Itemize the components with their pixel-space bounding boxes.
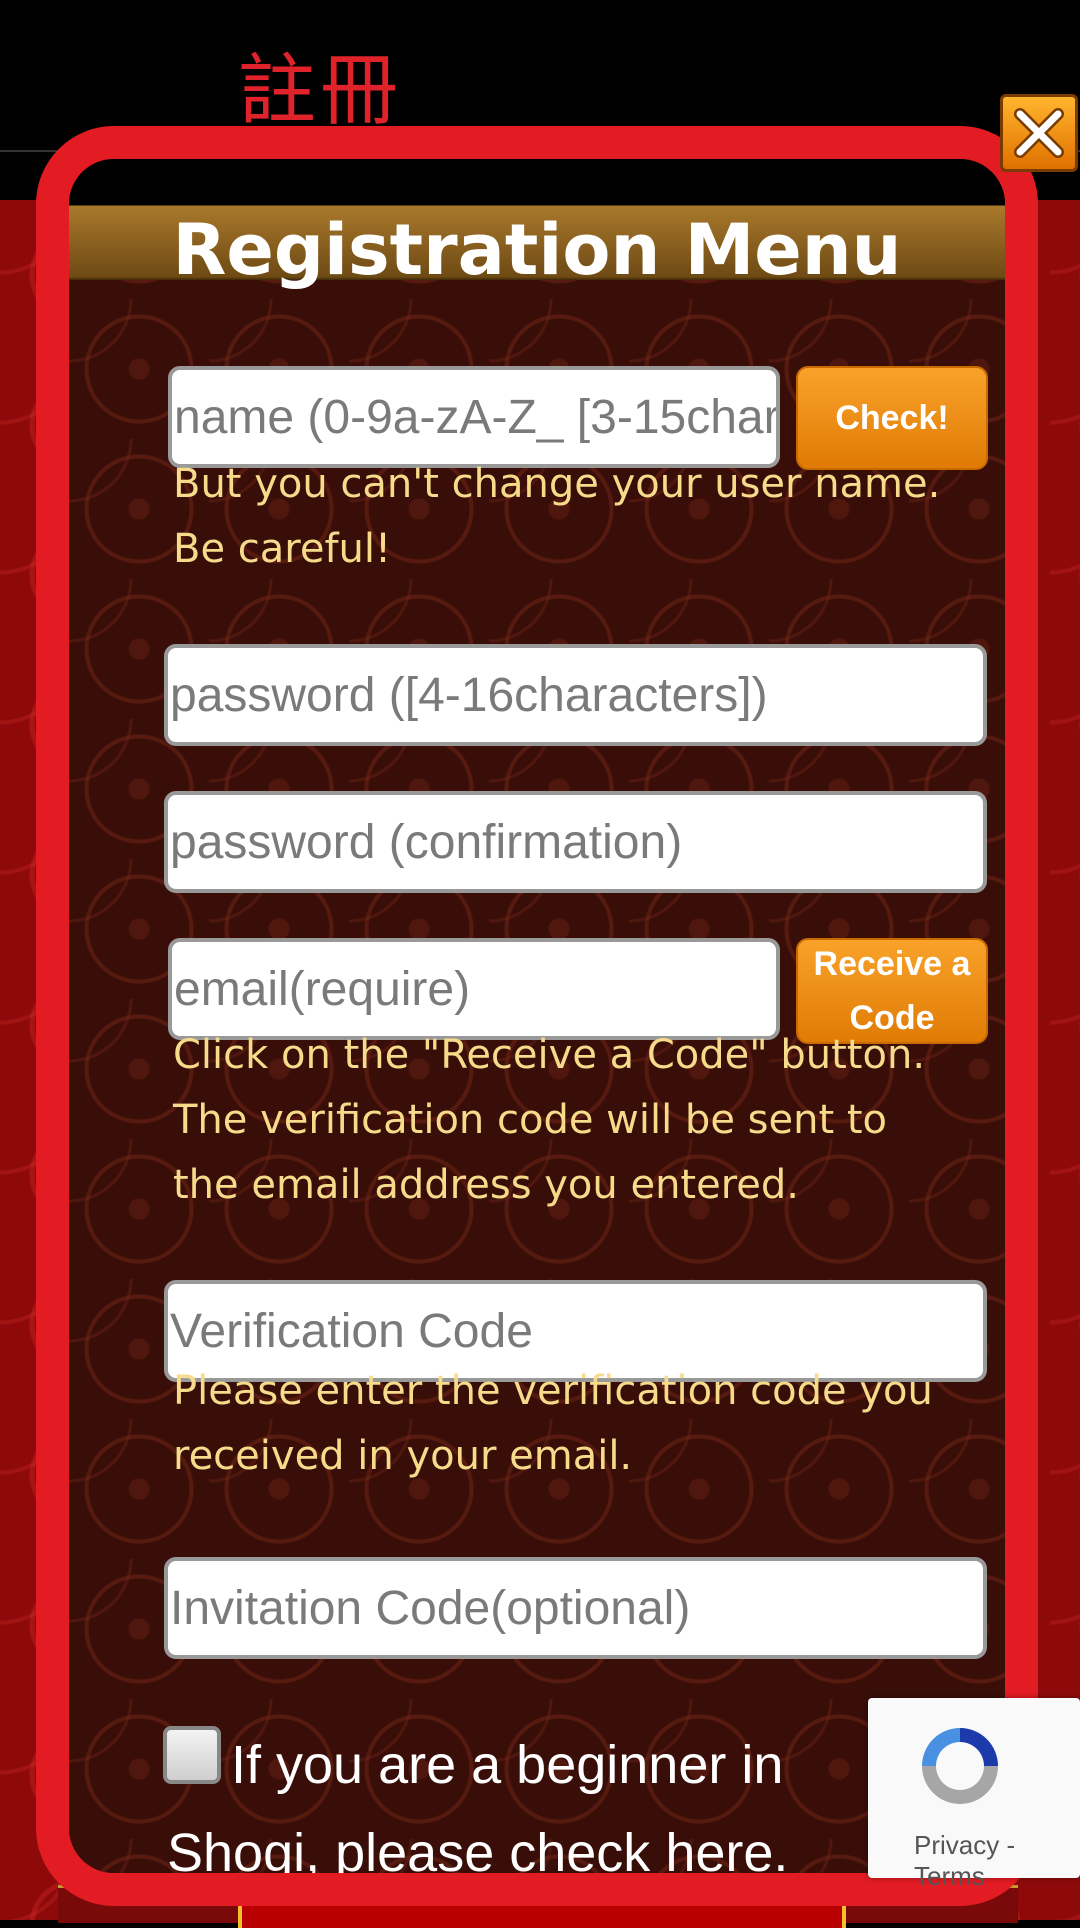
close-button[interactable] [1000, 94, 1078, 172]
username-note: But you can't change your user name. Be … [173, 461, 941, 572]
background-page-title: 註冊 [238, 46, 403, 136]
close-icon [1012, 106, 1066, 160]
recaptcha-terms-link[interactable]: Privacy - Terms [914, 1830, 1080, 1892]
email-note: Click on the "Receive a Code" button. Th… [173, 1032, 926, 1208]
password-confirm-input[interactable] [164, 791, 987, 893]
invitation-code-input[interactable] [164, 1557, 987, 1659]
recaptcha-icon [914, 1720, 1006, 1816]
dialog-title: Registration Menu [172, 209, 902, 291]
recaptcha-badge[interactable]: Privacy - Terms [868, 1698, 1080, 1891]
verification-note: Please enter the verification code you r… [173, 1368, 933, 1479]
beginner-checkbox-label[interactable]: If you are a beginner in Shogi, please c… [167, 1721, 907, 1873]
password-input[interactable] [164, 644, 987, 746]
registration-dialog: Registration Menu Check! But you can't c… [36, 126, 1038, 1906]
